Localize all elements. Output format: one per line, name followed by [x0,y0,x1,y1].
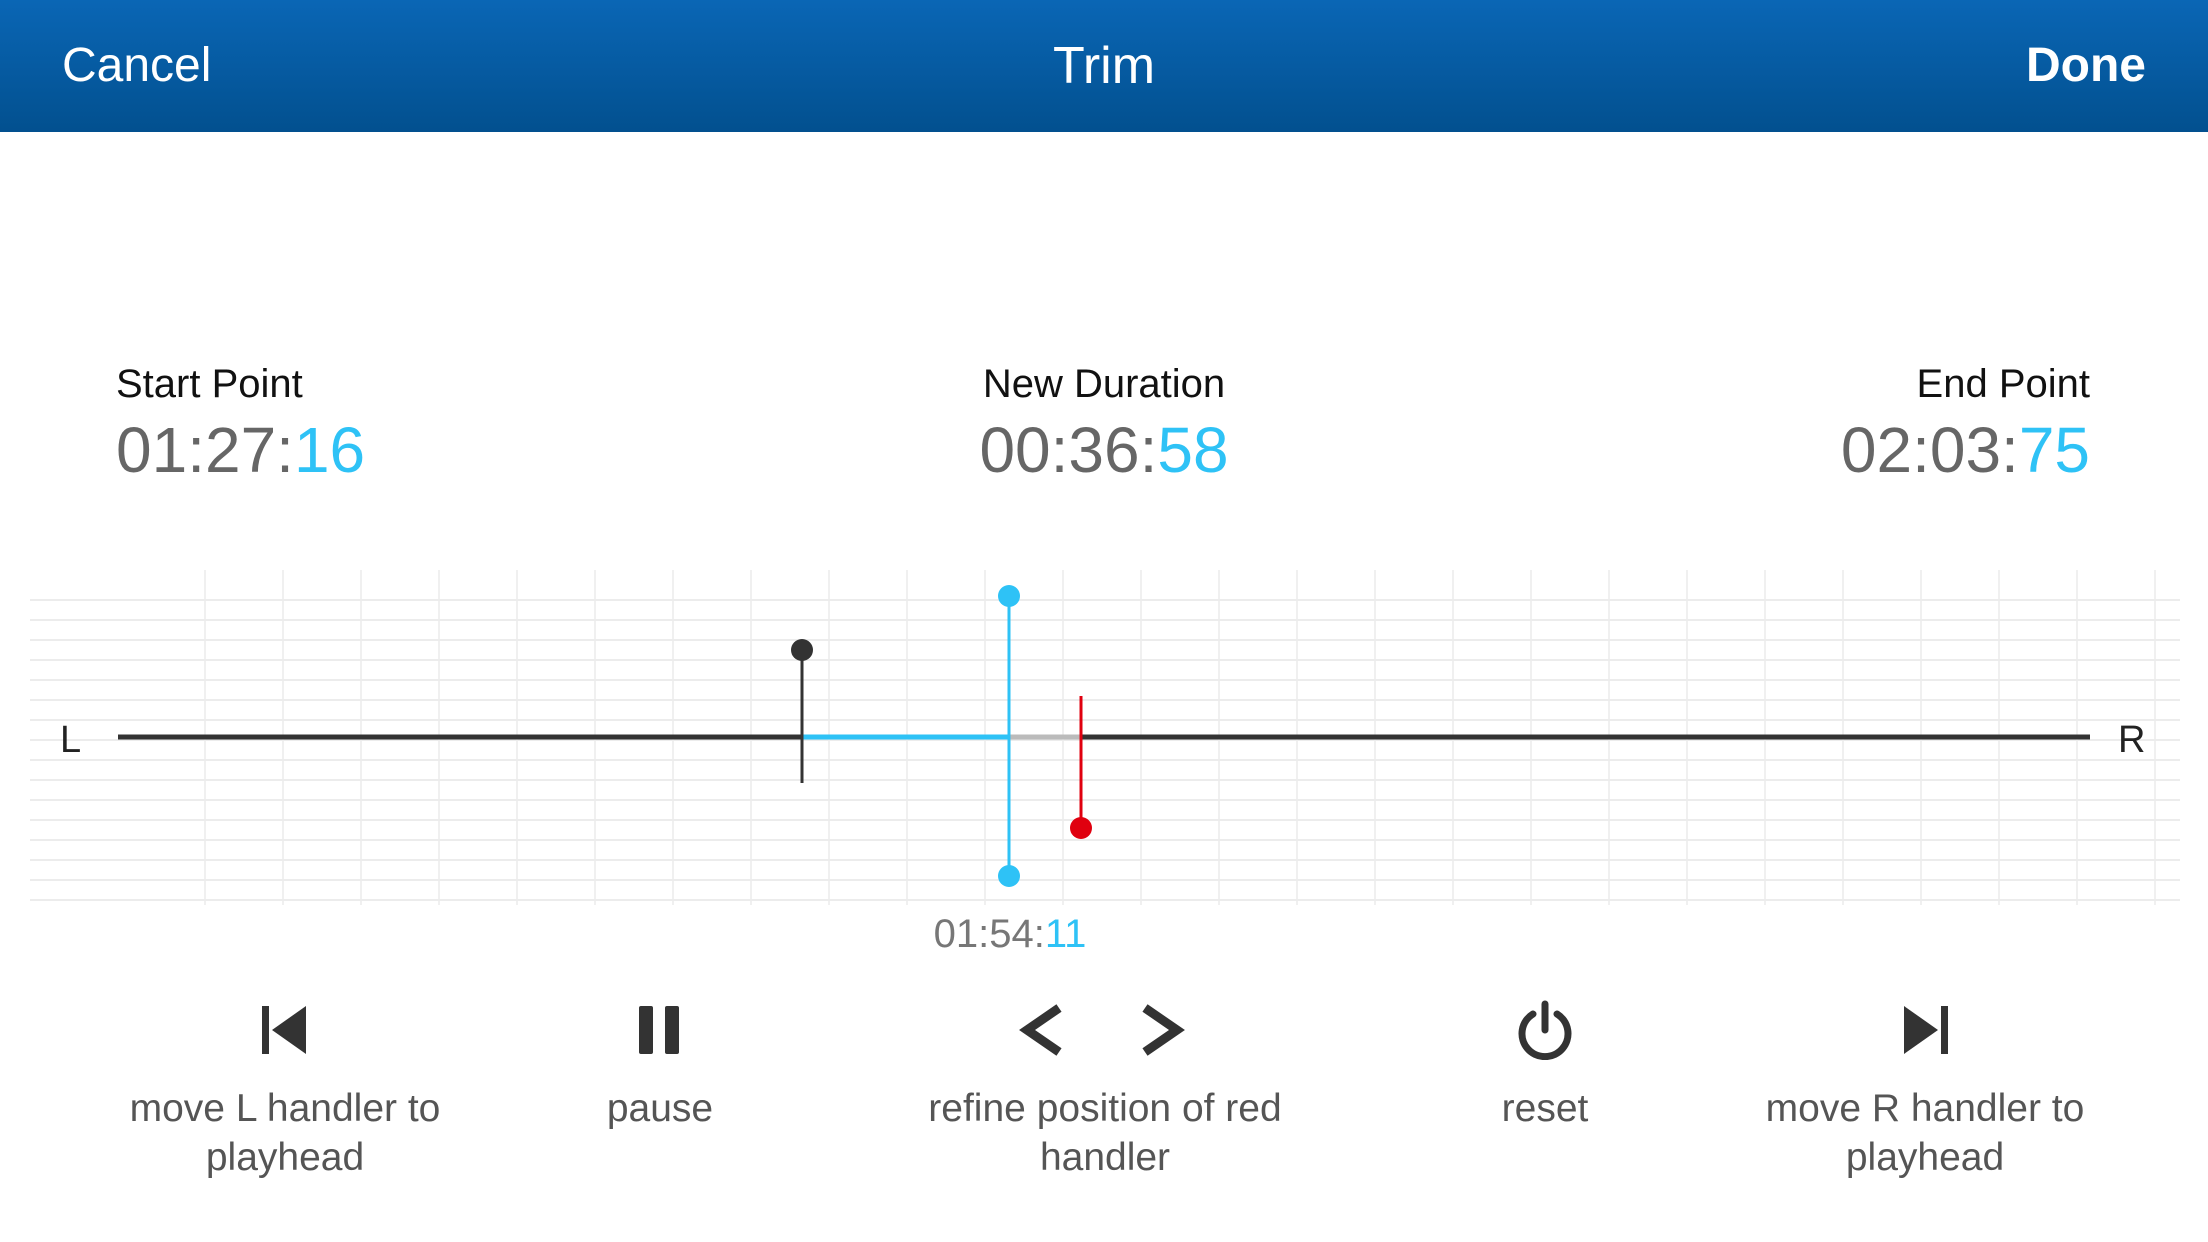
cancel-button[interactable]: Cancel [62,36,211,96]
refine-red-handler-control: refine position of red handler [905,1000,1305,1182]
reset-label: reset [1501,1087,1589,1130]
page-title: Trim [1052,37,1156,95]
done-button[interactable]: Done [2026,36,2146,96]
skip-back-icon [262,1006,306,1054]
new-duration-time: 00:36:58 [904,412,1304,488]
playhead-time-fraction: 11 [1044,912,1087,956]
refine-label: refine position of red handler [928,1087,1282,1179]
duration-time-fraction: 58 [1157,414,1229,486]
start-time-fraction: 16 [293,414,366,486]
navigation-bar: Cancel Trim Done [0,0,2208,132]
pause-icon [639,1006,679,1054]
move-l-handler-button[interactable]: move L handler to playhead [100,1000,470,1182]
skip-forward-icon [1904,1006,1948,1054]
playhead-time: 01:54:11 [860,910,1160,958]
right-channel-label: R [2118,719,2146,761]
trim-timeline[interactable] [0,560,2208,910]
new-duration-label: New Duration [982,362,1226,406]
end-point-label: End Point [1916,362,2090,406]
left-channel-label: L [60,719,82,761]
start-point-time: 01:27:16 [116,412,365,488]
pause-button[interactable]: pause [560,1000,760,1133]
end-point-time: 02:03:75 [1841,412,2090,488]
reset-button[interactable]: reset [1445,1000,1645,1133]
move-l-handler-label: move L handler to playhead [129,1087,441,1179]
end-time-main: 02:03: [1840,414,2019,486]
pause-label: pause [606,1087,714,1130]
start-point-label: Start Point [116,362,303,406]
end-time-fraction: 75 [2018,414,2090,486]
chevron-right-icon[interactable] [1131,1000,1191,1060]
move-r-handler-button[interactable]: move R handler to playhead [1740,1000,2110,1182]
move-r-handler-label: move R handler to playhead [1765,1087,2085,1179]
playhead-time-main: 01:54: [933,912,1045,956]
duration-time-main: 00:36: [979,414,1158,486]
start-time-main: 01:27: [116,414,294,486]
right-handler[interactable] [1070,696,1092,839]
power-icon [1518,1000,1572,1060]
chevron-left-icon[interactable] [1013,1000,1073,1060]
